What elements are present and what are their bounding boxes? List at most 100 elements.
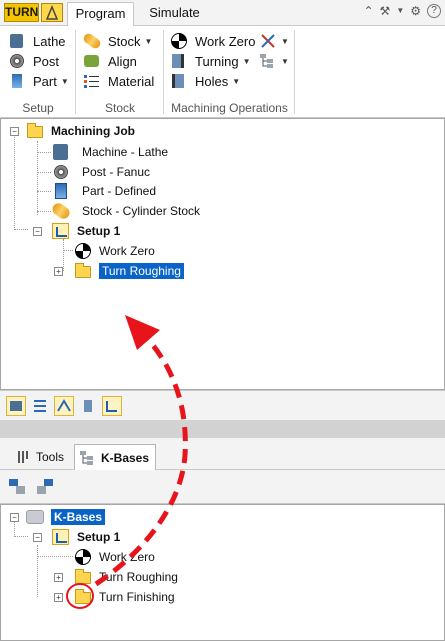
material-list-icon <box>83 73 101 89</box>
tree-item-turn-roughing[interactable]: Turn Roughing <box>73 261 184 281</box>
collapse-k-bases-icon[interactable]: − <box>10 513 19 522</box>
expand-turn-roughing-icon[interactable]: + <box>54 267 63 276</box>
turning-button[interactable]: Turning ▼ <box>170 51 251 71</box>
tree-item-stock[interactable]: Stock - Cylinder Stock <box>50 200 200 222</box>
tool-view-icon[interactable] <box>78 396 98 416</box>
part-label: Part <box>33 73 57 89</box>
ribbon-group-setup: Lathe Post Part ▼ Setup <box>0 26 76 118</box>
tree-item-work-zero[interactable]: Work Zero <box>73 241 155 261</box>
tree-item-setup[interactable]: Setup 1 <box>51 221 120 241</box>
expand-turn-roughing-icon[interactable]: + <box>54 573 63 582</box>
tab-simulate[interactable]: Simulate <box>137 2 212 26</box>
k-bases-toolbar <box>0 470 445 504</box>
work-zero-icon <box>73 548 93 566</box>
tools-split-button[interactable]: ▼ <box>259 31 289 51</box>
ribbon: Lathe Post Part ▼ Setup Stock ▼ Align Ma… <box>0 26 445 118</box>
stock-icon <box>50 200 72 222</box>
machining-job-tree[interactable]: − Machining Job Machine - Lathe Post - F… <box>0 118 445 390</box>
folder-open-icon <box>25 122 45 140</box>
view-toolbar <box>0 390 445 420</box>
stock-button[interactable]: Stock ▼ <box>81 31 153 51</box>
setup-view-icon[interactable] <box>102 396 122 416</box>
work-zero-label: Work Zero <box>195 33 256 49</box>
tree-item-post[interactable]: Post - Fanuc <box>51 162 150 182</box>
ribbon-group-label-stock: Stock <box>104 101 135 115</box>
tree-item-machining-job[interactable]: Machining Job <box>25 121 135 141</box>
work-zero-icon <box>73 242 93 260</box>
tree-label: Machining Job <box>51 124 135 138</box>
tree-item-machine[interactable]: Machine - Lathe <box>51 142 168 162</box>
tab-tools[interactable]: Tools <box>12 444 72 470</box>
work-zero-icon <box>170 33 188 49</box>
tree-label: Turn Finishing <box>99 590 175 604</box>
help-icon[interactable]: ? <box>427 4 441 18</box>
list-view-icon[interactable] <box>30 396 50 416</box>
expand-turn-finishing-icon[interactable]: + <box>54 593 63 602</box>
dropdown-icon[interactable]: ▼ <box>396 4 404 18</box>
part-button[interactable]: Part ▼ <box>8 71 69 91</box>
tree-label: Post - Fanuc <box>82 165 151 179</box>
part-icon <box>51 182 71 200</box>
part-dropdown-icon[interactable]: ▼ <box>61 77 69 86</box>
library-tabs: Tools K-Bases <box>0 438 445 470</box>
ribbon-group-label-setup: Setup <box>22 101 54 115</box>
setup-icon <box>51 528 71 546</box>
folder-icon <box>73 262 93 280</box>
tab-program[interactable]: Program <box>67 2 134 26</box>
ribbon-group-stock: Stock ▼ Align Material Stock <box>76 26 164 118</box>
material-button[interactable]: Material <box>83 71 154 91</box>
settings-gear-icon[interactable]: ⚙ <box>410 4 421 18</box>
quick-access-icon[interactable] <box>41 3 63 22</box>
stock-label: Stock <box>108 33 141 49</box>
holes-button[interactable]: Holes ▼ <box>170 71 240 91</box>
toolpath-view-icon[interactable] <box>54 396 74 416</box>
k-bases-icon <box>79 450 95 466</box>
tools-dropdown-icon[interactable]: ▼ <box>281 37 289 46</box>
hierarchy-dropdown-icon[interactable]: ▼ <box>281 57 289 66</box>
tree-item-k-bases-root[interactable]: K-Bases <box>25 507 106 527</box>
crossed-tools-icon <box>259 33 277 49</box>
tree-label: Turn Roughing <box>99 570 178 584</box>
turn-app-button[interactable]: TURN <box>4 3 39 22</box>
work-zero-button[interactable]: Work Zero <box>170 31 255 51</box>
load-k-base-icon[interactable] <box>34 476 56 498</box>
k-bases-tree[interactable]: − K-Bases − Setup 1 Work Zero + Turn Rou… <box>0 504 445 641</box>
turning-label: Turning <box>195 53 239 69</box>
tree-item-part[interactable]: Part - Defined <box>51 181 156 201</box>
stock-dropdown-icon[interactable]: ▼ <box>145 37 153 46</box>
tab-tools-label: Tools <box>36 450 65 464</box>
save-k-base-icon[interactable] <box>6 476 28 498</box>
collapse-ribbon-icon[interactable]: ⌃ <box>363 4 373 18</box>
folder-icon <box>73 568 93 586</box>
panel-splitter[interactable] <box>0 420 445 438</box>
post-button[interactable]: Post <box>8 51 59 71</box>
tree-item-work-zero[interactable]: Work Zero <box>73 547 155 567</box>
material-label: Material <box>108 73 155 89</box>
lathe-button[interactable]: Lathe <box>8 31 66 51</box>
ribbon-group-machining: Work Zero Turning ▼ Holes ▼ ▼ ▼ Machinin… <box>164 26 295 118</box>
setup-icon <box>51 222 71 240</box>
tree-item-turn-finishing[interactable]: Turn Finishing <box>73 587 175 607</box>
machine-icon <box>51 143 71 161</box>
tab-k-bases[interactable]: K-Bases <box>74 444 156 470</box>
holes-dropdown-icon[interactable]: ▼ <box>232 77 240 86</box>
tree-label: Work Zero <box>99 550 155 564</box>
k-bases-icon <box>25 508 45 526</box>
hammer-icon[interactable]: ⚒ <box>380 4 391 18</box>
hierarchy-icon <box>259 53 277 69</box>
post-icon <box>51 163 71 181</box>
align-button[interactable]: Align <box>83 51 137 71</box>
machine-view-icon[interactable] <box>6 396 26 416</box>
tree-label: Setup 1 <box>77 530 121 544</box>
collapse-setup-icon[interactable]: − <box>33 227 42 236</box>
holes-label: Holes <box>195 73 229 89</box>
align-icon <box>83 53 101 69</box>
tree-item-turn-roughing[interactable]: Turn Roughing <box>73 567 178 587</box>
collapse-machining-job-icon[interactable]: − <box>10 127 19 136</box>
collapse-setup-icon[interactable]: − <box>33 533 42 542</box>
hierarchy-split-button[interactable]: ▼ <box>259 51 289 71</box>
turning-dropdown-icon[interactable]: ▼ <box>243 57 251 66</box>
part-icon <box>8 73 26 89</box>
tree-item-setup[interactable]: Setup 1 <box>51 527 120 547</box>
lathe-icon <box>8 33 26 49</box>
